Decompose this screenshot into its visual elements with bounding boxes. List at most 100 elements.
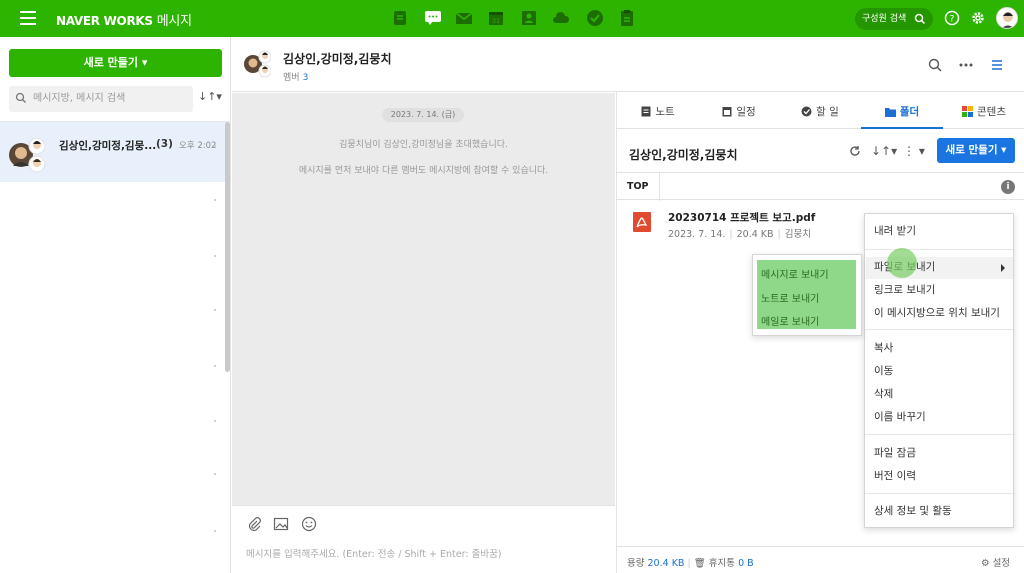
menu-item-details[interactable]: 상세 정보 및 활동 [874, 501, 952, 521]
svg-text:31: 31 [492, 18, 500, 25]
gear-icon[interactable] [970, 10, 986, 26]
chat-list-item[interactable]: 김상인,강미정,김뭉... (3) 오후 2:02 [0, 122, 226, 182]
menu-item-download[interactable]: 내려 받기 [874, 221, 916, 241]
menu-item-rename[interactable]: 이름 바꾸기 [874, 407, 926, 427]
tab-todo[interactable]: 할 일 [779, 92, 861, 129]
more-vertical-icon: ⋮ ▾ [903, 144, 925, 158]
divider: | [729, 229, 733, 240]
search-icon [914, 13, 926, 25]
submenu-item-send-message[interactable]: 메시지로 보내기 [761, 266, 829, 281]
message-input[interactable]: 메시지를 입력해주세요. (Enter: 전송 / Shift + Enter:… [246, 546, 502, 560]
divider [214, 309, 216, 311]
tab-schedule[interactable]: 일정 [699, 92, 779, 129]
member-info[interactable]: 멤버 3 [283, 70, 308, 83]
menu-item-delete[interactable]: 삭제 [874, 384, 893, 404]
divider [865, 434, 1013, 435]
app-brand: NAVER WORKS 메시지 [56, 10, 192, 29]
new-chat-label: 새로 만들기 [83, 56, 139, 69]
top-bar: NAVER WORKS 메시지 31 구성원 검색 ? [0, 0, 1024, 37]
folder-icon [884, 108, 896, 117]
submenu-arrow-icon [1001, 264, 1005, 272]
divider [214, 420, 216, 422]
divider [214, 473, 216, 475]
sort-icon: ↓↑▾ [198, 90, 222, 103]
tab-folder[interactable]: 폴더 [861, 92, 943, 129]
member-count: 3 [302, 73, 309, 83]
attach-icon[interactable] [246, 516, 262, 532]
menu-icon[interactable] [20, 11, 36, 25]
folder-title: 김상인,강미정,김뭉치 [629, 148, 738, 162]
sort-button[interactable]: ↓↑▾ [871, 144, 897, 158]
new-folder-item-button[interactable]: 새로 만들기 ▾ [937, 138, 1015, 163]
tab-label: 할 일 [816, 106, 839, 118]
group-avatar-icon [9, 137, 46, 173]
drive-icon[interactable] [552, 9, 570, 27]
info-icon[interactable]: i [1001, 180, 1015, 194]
emoji-icon[interactable] [301, 516, 317, 532]
submenu-item-send-mail[interactable]: 메일로 보내기 [761, 313, 819, 328]
group-avatar-icon [244, 50, 271, 78]
mail-icon[interactable] [455, 9, 473, 27]
date-divider: 2023. 7. 14. (금) [382, 108, 464, 122]
menu-item-lock-file[interactable]: 파일 잠금 [874, 443, 916, 463]
calendar-icon[interactable]: 31 [487, 9, 505, 27]
image-icon[interactable] [273, 516, 289, 532]
divider: | [687, 558, 691, 569]
pointer-cursor [887, 248, 917, 278]
send-submenu: 메시지로 보내기 노트로 보내기 메일로 보내기 [752, 254, 862, 336]
menu-item-send-link[interactable]: 링크로 보내기 [874, 280, 935, 300]
divider [659, 173, 660, 201]
trash-icon: 🗑 [693, 558, 706, 569]
sort-icon: ↓↑▾ [871, 144, 898, 158]
chat-icon[interactable] [424, 9, 442, 27]
more-options-button[interactable]: ⋮ ▾ [903, 144, 925, 158]
chat-search-input[interactable]: 메시지방, 메시지 검색 [9, 86, 193, 112]
settings-label: 설정 [992, 558, 1011, 569]
refresh-icon[interactable] [849, 145, 861, 157]
tab-note[interactable]: 노트 [617, 92, 699, 129]
search-icon[interactable] [927, 57, 943, 73]
divider [865, 329, 1013, 330]
profile-avatar[interactable] [996, 7, 1018, 29]
member-label: 멤버 [283, 73, 300, 83]
file-owner: 김뭉치 [784, 229, 811, 240]
divider [214, 255, 216, 257]
help-icon[interactable]: ? [944, 10, 960, 26]
file-name[interactable]: 20230714 프로젝트 보고.pdf [668, 210, 815, 225]
member-search-button[interactable]: 구성원 검색 [855, 8, 933, 30]
chat-search-placeholder: 메시지방, 메시지 검색 [33, 93, 126, 104]
chat-list-panel: 새로 만들기 ▾ 메시지방, 메시지 검색 ↓↑▾ 김상인,강미정,김뭉... … [0, 37, 231, 573]
new-chat-button[interactable]: 새로 만들기 ▾ [9, 49, 222, 77]
sort-button[interactable]: ↓↑▾ [198, 90, 222, 108]
new-button-label: 새로 만들기 [945, 144, 998, 156]
brand-logo: NAVER WORKS [56, 14, 153, 28]
approval-icon[interactable] [618, 9, 636, 27]
user-avatar-icon [1002, 12, 1014, 28]
task-icon[interactable] [586, 9, 604, 27]
side-panel-icon[interactable] [989, 57, 1005, 73]
tab-contents[interactable]: 콘텐츠 [943, 92, 1024, 129]
menu-item-version-history[interactable]: 버전 이력 [874, 466, 916, 486]
system-message: 메시지를 먼저 보내야 다른 멤버도 메시지방에 참여할 수 있습니다. [298, 166, 549, 176]
menu-item-move[interactable]: 이동 [874, 361, 893, 381]
scrollbar[interactable] [225, 122, 230, 372]
more-icon[interactable] [958, 57, 974, 73]
search-icon [15, 92, 26, 103]
tab-label: 일정 [736, 106, 756, 118]
calendar-icon [722, 107, 732, 117]
svg-text:?: ? [950, 15, 955, 25]
trash-value: 0 B [738, 558, 754, 569]
divider [865, 493, 1013, 494]
menu-item-copy[interactable]: 복사 [874, 338, 893, 358]
settings-button[interactable]: ⚙ 설정 [981, 555, 1010, 569]
capacity-label: 용량 [627, 558, 645, 569]
board-icon[interactable] [391, 9, 409, 27]
trash-label[interactable]: 휴지통 [709, 558, 735, 569]
submenu-item-send-note[interactable]: 노트로 보내기 [761, 290, 819, 305]
menu-item-send-location[interactable]: 이 메시지방으로 위치 보내기 [874, 303, 1000, 323]
check-circle-icon [801, 106, 812, 117]
tab-label: 폴더 [899, 106, 920, 118]
contacts-icon[interactable] [520, 9, 538, 27]
chat-time: 오후 2:02 [179, 141, 217, 151]
breadcrumb-top[interactable]: TOP [627, 181, 649, 192]
